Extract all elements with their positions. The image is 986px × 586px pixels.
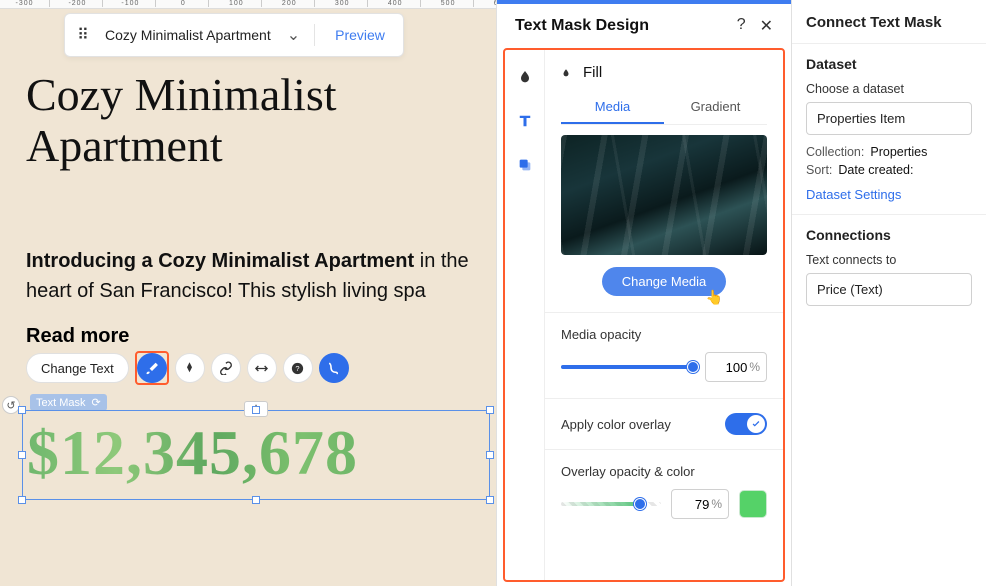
panel-title: Text Mask Design (515, 17, 649, 35)
data-connect-icon[interactable] (319, 353, 349, 383)
ruler-tick: 500 (424, 0, 474, 7)
design-brush-icon[interactable] (137, 353, 167, 383)
chevron-down-icon[interactable]: ⌄ (281, 25, 306, 45)
panel-content: Fill Media Gradient Change Media 👆 Media… (545, 50, 783, 580)
shadow-tab-icon[interactable] (512, 152, 538, 178)
panel-side-tabs (505, 50, 545, 580)
dataset-select[interactable]: Properties Item (806, 102, 972, 135)
toggle-knob (747, 415, 765, 433)
collection-key: Collection: (806, 145, 864, 159)
ruler-tick: 100 (212, 0, 262, 7)
tab-media[interactable]: Media (561, 91, 664, 124)
text-connects-label: Text connects to (806, 253, 972, 267)
refresh-icon[interactable]: ⟳ (92, 396, 101, 409)
element-action-row: Change Text ? (26, 351, 349, 385)
connect-panel-title: Connect Text Mask (792, 0, 986, 43)
divider (545, 449, 783, 450)
divider (545, 398, 783, 399)
svg-text:?: ? (296, 364, 300, 373)
text-connects-value: Price (Text) (817, 282, 883, 297)
ruler-tick: 200 (265, 0, 315, 7)
ruler-tick: 600 (477, 0, 496, 7)
ruler-tick: 300 (318, 0, 368, 7)
read-more-link[interactable]: Read more (26, 325, 129, 348)
page-name-dropdown[interactable]: Cozy Minimalist Apartment (95, 27, 281, 43)
body-text-bold: Introducing a Cozy Minimalist Apartment (26, 250, 414, 272)
sort-key: Sort: (806, 163, 832, 177)
tab-gradient[interactable]: Gradient (664, 91, 767, 124)
ruler-tick: -200 (53, 0, 103, 7)
ruler-tick: -300 (0, 0, 50, 7)
connections-block: Connections Text connects to Price (Text… (792, 214, 986, 328)
ruler-tick: -100 (106, 0, 156, 7)
animation-icon[interactable] (175, 353, 205, 383)
sort-value: Date created: (838, 163, 913, 177)
editor-canvas[interactable]: -300 -200 -100 0 100 200 300 400 500 600… (0, 0, 496, 586)
resize-handle[interactable] (18, 451, 26, 459)
resize-handle[interactable] (18, 496, 26, 504)
overlay-opacity-value: 79 (695, 497, 709, 512)
app-root: -300 -200 -100 0 100 200 300 400 500 600… (0, 0, 986, 586)
dataset-heading: Dataset (806, 56, 972, 72)
resize-handle[interactable] (18, 406, 26, 414)
connections-heading: Connections (806, 227, 972, 243)
media-opacity-value: 100 (726, 360, 748, 375)
overlay-opacity-label: Overlay opacity & color (561, 464, 767, 479)
separator (314, 24, 315, 46)
change-media-button[interactable]: Change Media (602, 267, 727, 296)
text-tab-icon[interactable] (512, 108, 538, 134)
selected-action-highlight (135, 351, 169, 385)
percent-unit: % (749, 360, 760, 374)
preview-button[interactable]: Preview (323, 27, 397, 43)
overlay-opacity-slider[interactable] (561, 502, 661, 506)
color-overlay-label: Apply color overlay (561, 417, 671, 432)
selection-bounding-box[interactable]: ⭳ $12,345,678 (22, 410, 490, 500)
text-mask-design-panel: Text Mask Design ? ✕ (496, 0, 792, 586)
element-label-text: Text Mask (36, 397, 86, 409)
divider (545, 312, 783, 313)
link-icon[interactable] (211, 353, 241, 383)
connect-panel: Connect Text Mask Dataset Choose a datas… (792, 0, 986, 586)
ruler-tick: 400 (371, 0, 421, 7)
resize-handle[interactable] (252, 406, 260, 414)
resize-handle[interactable] (486, 451, 494, 459)
text-connects-select[interactable]: Price (Text) (806, 273, 972, 306)
dataset-block: Dataset Choose a dataset Properties Item… (792, 43, 986, 214)
color-overlay-toggle[interactable] (725, 413, 767, 435)
drag-handle-icon[interactable]: ⠿ (71, 25, 95, 45)
help-icon[interactable]: ? (283, 353, 313, 383)
percent-unit: % (711, 497, 722, 511)
text-mask-value[interactable]: $12,345,678 (23, 411, 489, 494)
resize-handle[interactable] (486, 406, 494, 414)
help-icon[interactable]: ? (737, 16, 746, 36)
resize-handle[interactable] (486, 496, 494, 504)
body-text[interactable]: Introducing a Cozy Minimalist Apartment … (26, 246, 486, 306)
ruler-tick: 0 (159, 0, 209, 7)
media-opacity-slider[interactable] (561, 365, 693, 369)
overlay-opacity-input[interactable]: 79 % (671, 489, 729, 519)
page-heading[interactable]: Cozy Minimalist Apartment (26, 70, 456, 171)
media-preview-thumbnail[interactable] (561, 135, 767, 255)
drop-icon (561, 66, 571, 80)
page-toolbar: ⠿ Cozy Minimalist Apartment ⌄ Preview (64, 13, 404, 57)
change-text-button[interactable]: Change Text (26, 353, 129, 383)
stretch-icon[interactable] (247, 353, 277, 383)
media-opacity-input[interactable]: 100 % (705, 352, 767, 382)
section-title: Fill (583, 64, 602, 81)
close-icon[interactable]: ✕ (760, 16, 773, 36)
panel-header: Text Mask Design ? ✕ (497, 0, 791, 48)
overlay-color-swatch[interactable] (739, 490, 767, 518)
panel-body-highlight: Fill Media Gradient Change Media 👆 Media… (503, 48, 785, 582)
resize-handle[interactable] (252, 496, 260, 504)
dataset-settings-link[interactable]: Dataset Settings (806, 187, 901, 202)
fill-subtabs: Media Gradient (561, 91, 767, 125)
element-label-tag[interactable]: Text Mask ⟳ (30, 394, 107, 411)
media-opacity-label: Media opacity (561, 327, 767, 342)
collection-value: Properties (870, 145, 927, 159)
choose-dataset-label: Choose a dataset (806, 82, 972, 96)
fill-drop-icon[interactable] (512, 64, 538, 90)
ruler: -300 -200 -100 0 100 200 300 400 500 600 (0, 0, 496, 9)
dataset-select-value: Properties Item (817, 111, 905, 126)
